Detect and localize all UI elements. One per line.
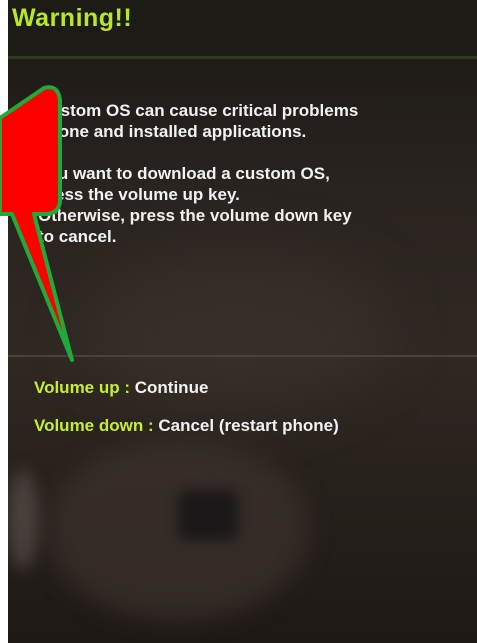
download-mode-screen: Warning!! Custom OS can cause critical p… [8,0,477,643]
divider [8,355,477,357]
phone-screen-photo: Warning!! Custom OS can cause critical p… [8,0,477,643]
background-blur [178,490,238,540]
option-action: Cancel (restart phone) [158,416,339,435]
warning-message: Custom OS can cause critical problems ph… [38,101,359,246]
option-key: Volume down : [34,416,159,435]
option-volume-up: Volume up : Continue [34,378,208,398]
option-volume-down: Volume down : Cancel (restart phone) [34,416,339,436]
warning-header: Warning!! [8,0,477,59]
option-key: Volume up : [34,378,135,397]
warning-title: Warning!! [12,4,133,32]
background-blur [8,470,38,570]
option-action: Continue [134,378,209,397]
